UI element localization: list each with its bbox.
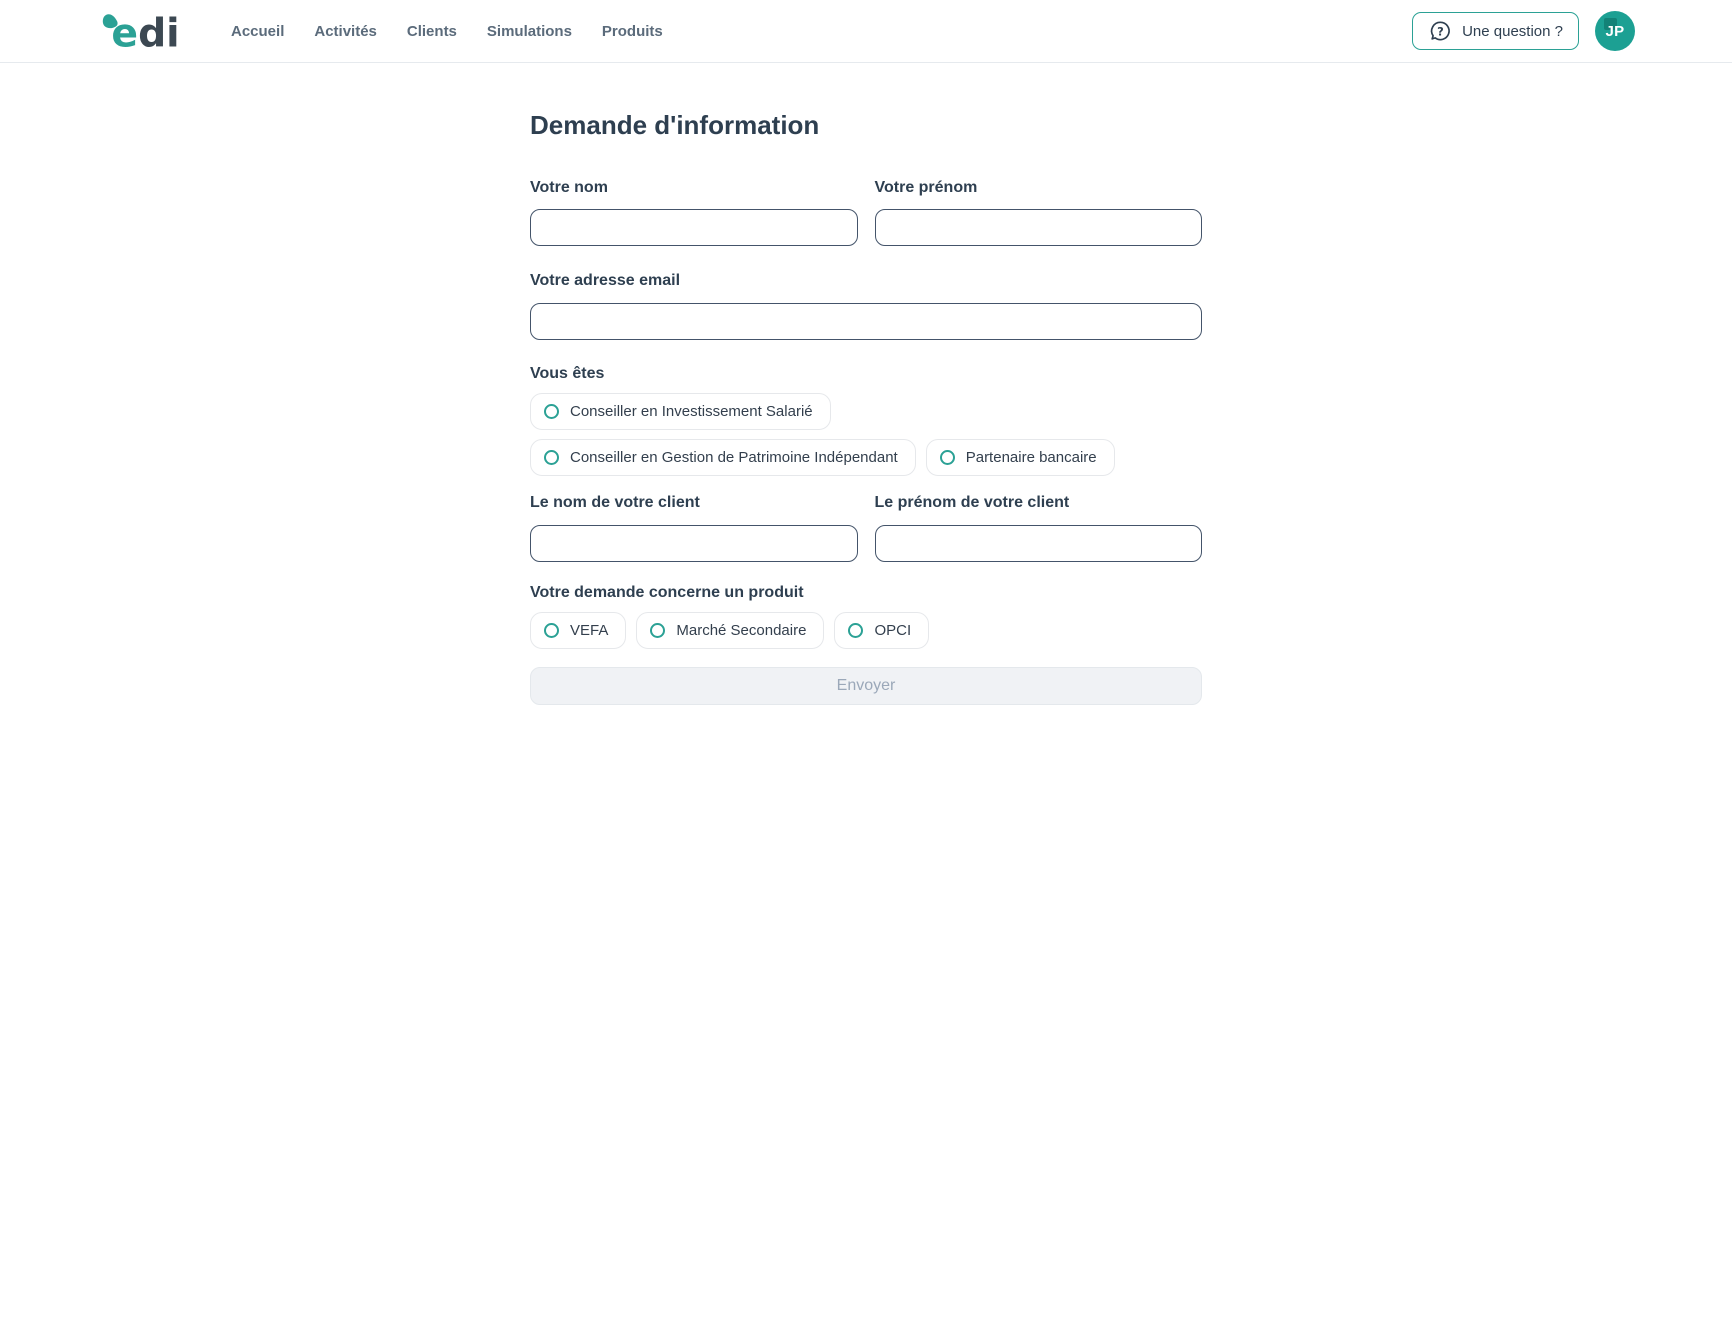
radio-option-partenaire-bancaire[interactable]: Partenaire bancaire — [926, 439, 1115, 476]
product-radio-group: Votre demande concerne un produit VEFA M… — [530, 584, 1202, 649]
radio-option-label: Marché Secondaire — [676, 622, 806, 639]
firstname-field-group: Votre prénom — [875, 179, 1203, 246]
name-input[interactable] — [530, 209, 858, 246]
nav-item-simulations[interactable]: Simulations — [487, 0, 572, 63]
client-firstname-input[interactable] — [875, 525, 1203, 562]
client-name-field-group: Le nom de votre client — [530, 494, 858, 561]
radio-option-conseiller-investissement-salarie[interactable]: Conseiller en Investissement Salarié — [530, 393, 831, 430]
radio-option-label: Partenaire bancaire — [966, 449, 1097, 466]
client-firstname-label: Le prénom de votre client — [875, 494, 1203, 512]
client-name-row: Le nom de votre client Le prénom de votr… — [530, 494, 1202, 561]
product-group-label: Votre demande concerne un produit — [530, 584, 1202, 602]
radio-option-label: OPCI — [874, 622, 911, 639]
edi-logo-icon: edi — [100, 8, 188, 54]
name-label: Votre nom — [530, 179, 858, 197]
radio-option-label: VEFA — [570, 622, 608, 639]
avatar-initials: JP — [1606, 23, 1625, 40]
edi-logo[interactable]: edi — [100, 8, 188, 54]
client-firstname-field-group: Le prénom de votre client — [875, 494, 1203, 561]
radio-option-marche-secondaire[interactable]: Marché Secondaire — [636, 612, 824, 649]
client-name-input[interactable] — [530, 525, 858, 562]
nav-item-accueil[interactable]: Accueil — [231, 0, 284, 63]
top-navigation-bar: edi Accueil Activités Clients Simulation… — [0, 0, 1732, 63]
client-name-label: Le nom de votre client — [530, 494, 858, 512]
name-field-group: Votre nom — [530, 179, 858, 246]
radio-option-label: Conseiller en Gestion de Patrimoine Indé… — [570, 449, 898, 466]
nav-item-clients[interactable]: Clients — [407, 0, 457, 63]
main-content: Demande d'information Votre nom Votre pr… — [0, 110, 1732, 705]
firstname-label: Votre prénom — [875, 179, 1203, 197]
radio-circle-icon — [544, 450, 559, 465]
question-button-label: Une question ? — [1462, 23, 1563, 40]
nav-item-produits[interactable]: Produits — [602, 0, 663, 63]
email-field-group: Votre adresse email — [530, 272, 1202, 339]
radio-option-vefa[interactable]: VEFA — [530, 612, 626, 649]
radio-circle-icon — [544, 404, 559, 419]
help-bubble-icon: ? — [1428, 19, 1453, 44]
radio-circle-icon — [544, 623, 559, 638]
svg-text:edi: edi — [111, 11, 179, 54]
nav-item-activites[interactable]: Activités — [314, 0, 377, 63]
radio-option-label: Conseiller en Investissement Salarié — [570, 403, 813, 420]
user-avatar[interactable]: JP — [1595, 11, 1635, 51]
name-row: Votre nom Votre prénom — [530, 179, 1202, 246]
radio-option-conseiller-gestion-patrimoine[interactable]: Conseiller en Gestion de Patrimoine Indé… — [530, 439, 916, 476]
page-title: Demande d'information — [530, 110, 1202, 141]
role-radio-group: Vous êtes Conseiller en Investissement S… — [530, 365, 1202, 476]
main-nav: Accueil Activités Clients Simulations Pr… — [231, 0, 663, 63]
firstname-input[interactable] — [875, 209, 1203, 246]
role-group-label: Vous êtes — [530, 365, 1202, 383]
radio-option-opci[interactable]: OPCI — [834, 612, 929, 649]
product-options: VEFA Marché Secondaire OPCI — [530, 612, 1202, 649]
information-request-form: Demande d'information Votre nom Votre pr… — [530, 110, 1202, 705]
email-label: Votre adresse email — [530, 272, 1202, 290]
radio-circle-icon — [650, 623, 665, 638]
radio-circle-icon — [848, 623, 863, 638]
svg-text:?: ? — [1437, 24, 1444, 38]
radio-circle-icon — [940, 450, 955, 465]
role-options: Conseiller en Investissement Salarié Con… — [530, 393, 1202, 476]
question-button[interactable]: ? Une question ? — [1412, 12, 1579, 50]
email-input[interactable] — [530, 303, 1202, 340]
submit-button[interactable]: Envoyer — [530, 667, 1202, 705]
